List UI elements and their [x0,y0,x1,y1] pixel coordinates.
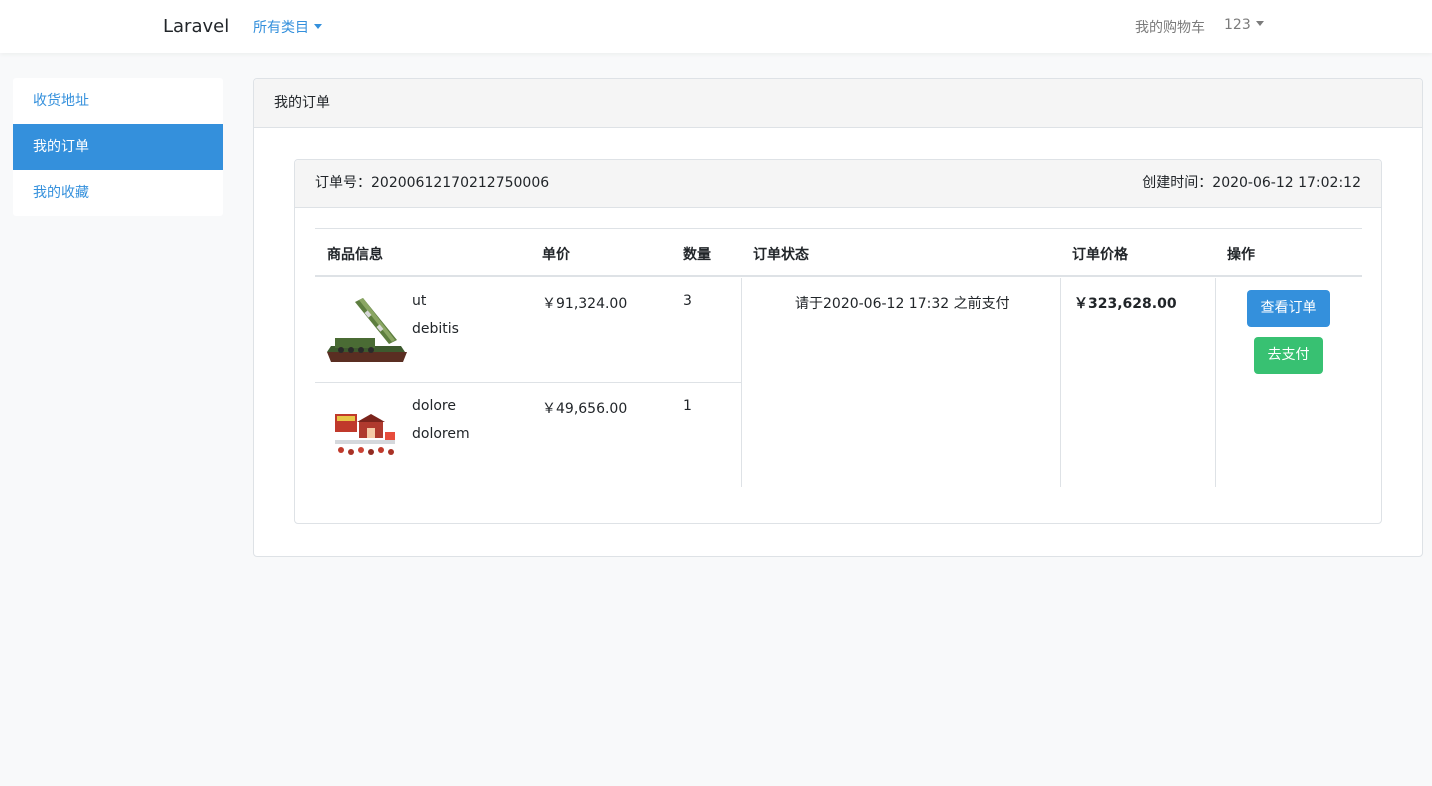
order-created-value: 2020-06-12 17:02:12 [1212,175,1361,191]
column-header-product: 商品信息 [327,247,383,263]
order-status: 请于2020-06-12 17:32 之前支付 [795,296,1010,312]
pay-button[interactable]: 去支付 [1254,337,1323,374]
product-quantity: 3 [683,293,692,309]
product-sku: debitis [412,321,459,337]
orders-panel: 我的订单 订单号：20200612170212750006 创建时间：2020-… [253,78,1423,557]
user-dropdown-label: 123 [1224,17,1251,33]
table-divider [1215,278,1216,487]
table-row-divider [315,382,741,383]
column-header-quantity: 数量 [683,247,711,263]
product-unit-price: ￥91,324.00 [542,296,628,312]
order-number-label: 订单号： [315,175,371,191]
column-header-total: 订单价格 [1072,247,1128,263]
order-created-label: 创建时间： [1142,175,1213,191]
order-created-time: 创建时间：2020-06-12 17:02:12 [1142,160,1361,207]
view-order-button[interactable]: 查看订单 [1247,290,1330,327]
caret-down-icon [314,24,322,29]
order-number-value: 20200612170212750006 [371,175,550,191]
column-header-actions: 操作 [1227,247,1255,263]
product-title[interactable]: ut [412,293,426,309]
top-navbar: Laravel 所有类目 我的购物车 123 [0,0,1432,53]
order-total-price: ￥323,628.00 [1074,296,1177,312]
sidebar-nav: 收货地址 我的订单 我的收藏 [13,78,223,216]
product-unit-price: ￥49,656.00 [542,401,628,417]
brick-set-icon[interactable] [333,410,399,460]
user-dropdown-toggle[interactable]: 123 [1224,17,1264,33]
product-quantity: 1 [683,398,692,414]
table-divider [741,278,742,487]
column-header-unit-price: 单价 [542,247,570,263]
order-card: 订单号：20200612170212750006 创建时间：2020-06-12… [294,159,1382,524]
missile-model-icon[interactable] [325,294,409,366]
sidebar-item-favorites[interactable]: 我的收藏 [13,170,223,216]
caret-down-icon [1255,21,1264,26]
order-number: 订单号：20200612170212750006 [315,160,549,207]
order-items-table: 商品信息 单价 数量 订单状态 订单价格 操作 ut debitis ￥91,3… [315,228,1362,487]
product-title[interactable]: dolore [412,398,456,414]
category-dropdown-label: 所有类目 [253,20,309,36]
table-divider [1060,278,1061,487]
category-dropdown-toggle[interactable]: 所有类目 [253,17,322,37]
table-header: 商品信息 单价 数量 订单状态 订单价格 操作 [315,228,1362,277]
product-sku: dolorem [412,426,470,442]
order-header: 订单号：20200612170212750006 创建时间：2020-06-12… [295,160,1381,208]
column-header-status: 订单状态 [753,247,809,263]
sidebar-item-addresses[interactable]: 收货地址 [13,78,223,124]
brand-link[interactable]: Laravel [163,16,229,37]
panel-title: 我的订单 [254,79,1422,128]
sidebar-item-orders[interactable]: 我的订单 [13,124,223,170]
cart-link[interactable]: 我的购物车 [1135,17,1205,37]
